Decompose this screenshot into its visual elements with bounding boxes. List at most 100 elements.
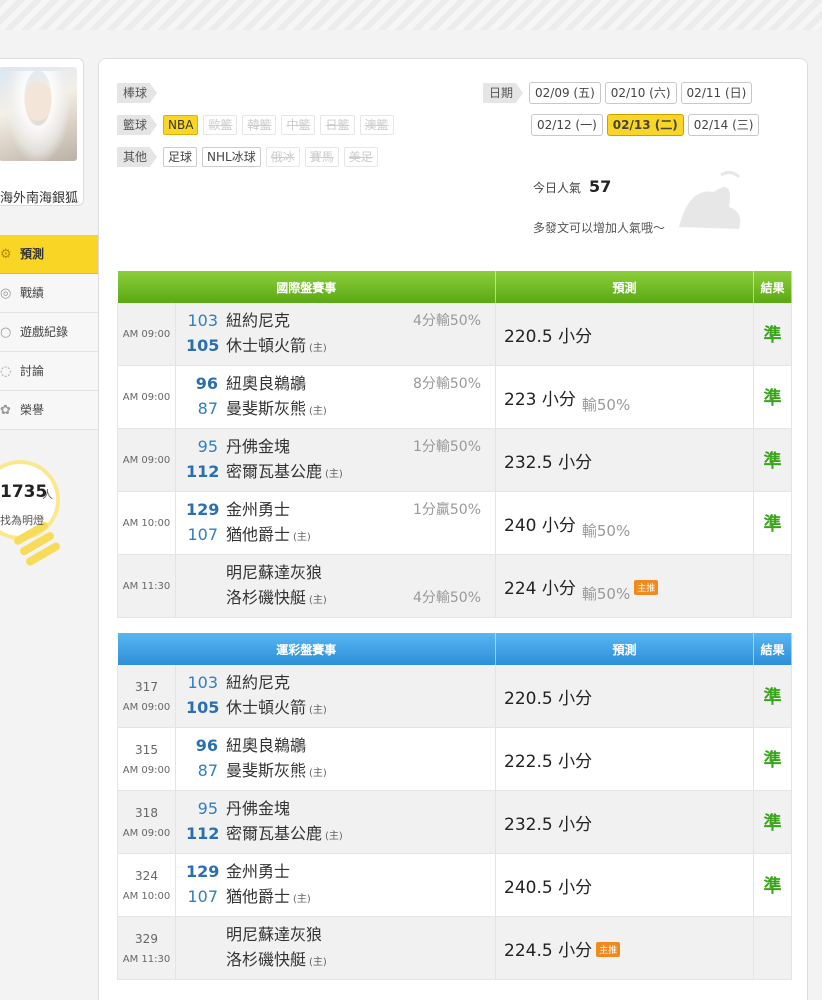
avatar[interactable] [0,67,77,161]
fans-lightbulb[interactable]: 1735 人 找為明燈 [0,460,64,590]
handicap-odds: 1分贏50% [412,502,482,518]
sidebar-item-predict[interactable]: ⚙ 預測 [0,235,106,274]
sports-lottery-odds-table: 運彩盤賽事 預測 結果 317 AM 09:00 103 紐約尼克 105 休士頓火箭 (主… [117,633,793,980]
table-row: 329 AM 11:30 明尼蘇達灰狼 洛杉磯快艇 (主) 224.5 小分 主推 [117,916,793,980]
result-cell: 準 [753,790,793,854]
sidebar-item-label: 遊戲紀錄 [20,325,69,339]
match-time: AM 09:00 [122,701,171,713]
table-row: AM 11:30 明尼蘇達灰狼 洛杉磯快艇 (主) 4分輸50% 224 小分 輸50% 主推 [117,554,793,618]
match-time: AM 09:00 [122,454,171,466]
home-marker: (主) [293,532,311,543]
sidebar-menu: ⚙ 預測 ◎ 戰績 ○ 遊戲紀錄 ◌ 討論 ✿ 榮譽 [0,235,106,430]
away-team-name: 明尼蘇達灰狼 [226,563,323,582]
away-team[interactable]: 129 金州勇士 [186,498,290,522]
home-team[interactable]: 107 猶他爵士 (主) [186,523,311,547]
match-number: 315 [135,742,158,757]
away-team[interactable]: 129 金州勇士 [186,860,290,884]
home-team[interactable]: 87 曼斐斯灰熊 (主) [186,397,327,421]
sidebar-item-record[interactable]: ◎ 戰績 [0,274,100,313]
prediction-odds: 輸50% [581,395,631,414]
prediction-odds: 輸50% [581,521,631,540]
result-cell: 準 [753,665,793,728]
away-team[interactable]: 103 紐約尼克 [186,671,290,695]
prediction-cell: 240.5 小分 [495,853,755,917]
league-australia-basketball: 澳籃 [359,115,394,135]
home-team[interactable]: 105 休士頓火箭 (主) [186,334,327,358]
home-team[interactable]: 105 休士頓火箭 (主) [186,696,327,720]
match-teams-cell: 103 紐約尼克 105 休士頓火箭 (主) [175,665,497,728]
date-label: 日期 [483,83,524,103]
popularity: 今日人氣 57 [533,177,611,196]
date-button-selected[interactable]: 02/13 (二) [606,114,684,136]
prediction-cell: 223 小分 輸50% [495,365,755,429]
away-score: 103 [187,311,218,330]
sidebar-item-discussion[interactable]: ◌ 討論 [0,352,100,391]
league-nhl[interactable]: NHL冰球 [202,147,261,167]
league-nba[interactable]: NBA [163,115,199,135]
match-time: AM 11:30 [122,953,171,965]
away-team[interactable]: 96 紐奧良鵜鶘 [186,372,306,396]
user-name[interactable]: 海外南海銀狐 [0,187,78,206]
home-team[interactable]: 87 曼斐斯灰熊 (主) [186,759,327,783]
league-euro-basketball: 歐籃 [203,115,238,135]
sport-row-baseball: 棒球 [117,77,399,109]
home-team[interactable]: 洛杉磯快艇 (主) [186,948,327,972]
away-team[interactable]: 明尼蘇達灰狼 [186,561,322,585]
away-team[interactable]: 95 丹佛金塊 [186,797,290,821]
popularity-hint: 多發文可以增加人氣哦～ [533,221,666,235]
match-number: 324 [135,868,158,883]
home-marker: (主) [309,705,327,716]
sidebar-item-honor[interactable]: ✿ 榮譽 [0,391,100,430]
away-team[interactable]: 95 丹佛金塊 [186,435,290,459]
date-button[interactable]: 02/10 (六) [604,82,677,104]
date-button[interactable]: 02/09 (五) [529,82,601,104]
home-team[interactable]: 107 猶他爵士 (主) [186,885,310,909]
away-score: 129 [186,862,220,881]
away-team[interactable]: 明尼蘇達灰狼 [186,923,322,947]
home-team[interactable]: 112 密爾瓦基公鹿 (主) [186,460,343,484]
away-team[interactable]: 96 紐奧良鵜鶘 [186,734,306,758]
column-header-prediction: 預測 [495,271,755,303]
category-basketball[interactable]: 籃球 [117,115,158,135]
home-team-name: 曼斐斯灰熊 [226,761,307,780]
league-korea-basketball: 韓籃 [242,115,277,135]
match-time: AM 11:30 [122,580,171,592]
date-button[interactable]: 02/12 (一) [531,114,603,136]
table-row: 318 AM 09:00 95 丹佛金塊 112 密爾瓦基公鹿 (主) 232.5 小分 準 [117,790,793,854]
result-cell: 準 [753,853,793,917]
prediction-value: 223 小分 [504,389,576,410]
table-row: 317 AM 09:00 103 紐約尼克 105 休士頓火箭 (主) 220.5 小分 準 [117,665,793,728]
away-team-name: 金州勇士 [226,862,291,881]
match-teams-cell: 96 紐奧良鵜鶘 87 曼斐斯灰熊 (主) [175,727,497,791]
home-team[interactable]: 112 密爾瓦基公鹿 (主) [186,822,343,846]
away-team-name: 紐約尼克 [226,311,291,330]
prediction-cell: 220.5 小分 [495,665,755,728]
home-score: 112 [186,824,220,843]
featured-badge: 主推 [596,941,621,957]
result-cell: 準 [753,365,793,429]
away-team[interactable]: 103 紐約尼克 [186,309,290,333]
match-time-cell: AM 09:00 [117,365,176,429]
match-time: AM 09:00 [122,328,171,340]
match-time-cell: 315 AM 09:00 [117,727,176,791]
prediction-cell: 220.5 小分 [495,303,755,366]
handicap-odds: 4分輸50% [412,590,482,606]
home-team[interactable]: 洛杉磯快艇 (主) [186,586,327,610]
result-mark: 準 [763,750,782,771]
sidebar-item-game-history[interactable]: ○ 遊戲紀錄 [0,313,100,352]
column-header-prediction: 預測 [495,633,755,665]
category-other[interactable]: 其他 [117,147,158,167]
away-team-name: 紐約尼克 [226,673,291,692]
league-american-football: 美足 [343,147,378,167]
prediction-cell: 240 小分 輸50% [495,491,755,555]
column-header-result: 結果 [753,271,793,303]
date-selector: 日期 02/09 (五) 02/10 (六) 02/11 (日) 02/12 (… [483,77,763,141]
sidebar-item-label: 討論 [20,364,45,378]
match-time: AM 09:00 [122,764,171,776]
category-baseball[interactable]: 棒球 [117,83,158,103]
date-button[interactable]: 02/11 (日) [680,82,753,104]
league-soccer[interactable]: 足球 [163,147,198,167]
date-button[interactable]: 02/14 (三) [687,114,760,136]
result-cell [753,916,793,980]
home-team-name: 休士頓火箭 [226,698,307,717]
